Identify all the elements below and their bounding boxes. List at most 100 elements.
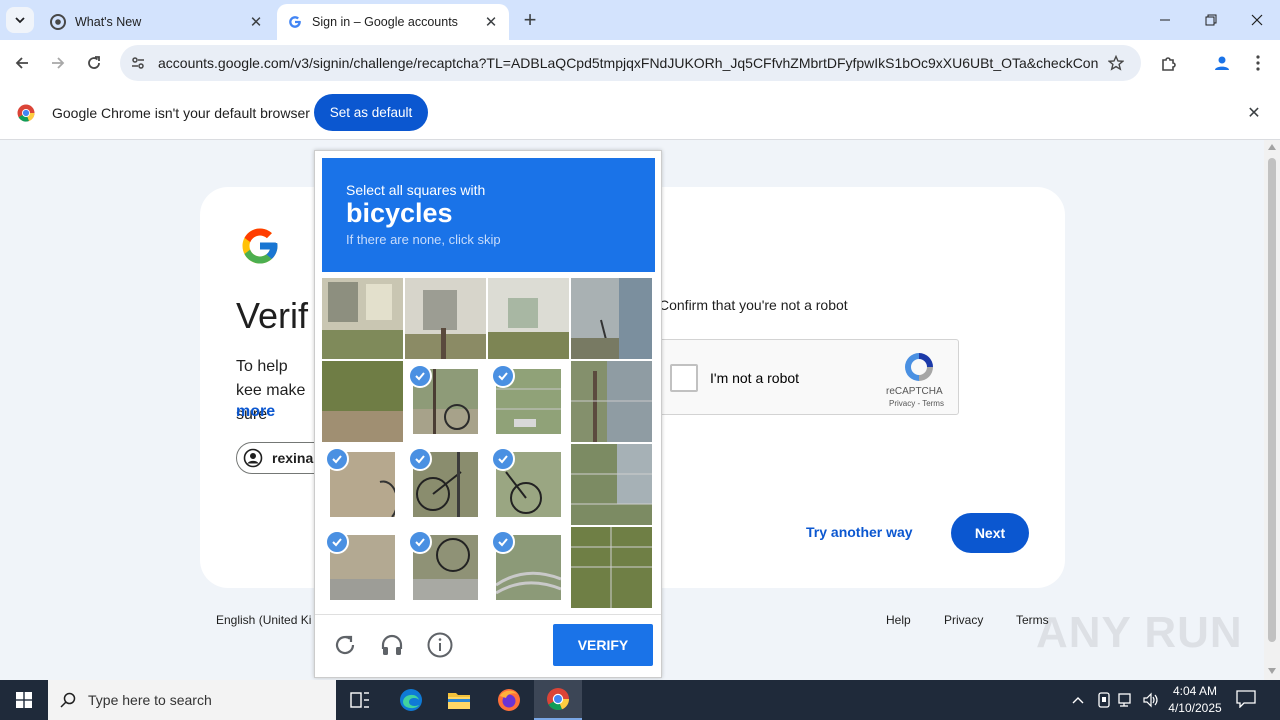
chrome-logo-icon <box>17 104 35 122</box>
audio-challenge-button[interactable] <box>378 631 406 659</box>
grid-tile[interactable] <box>405 527 486 608</box>
windows-logo-icon <box>16 692 32 708</box>
grid-tile[interactable] <box>322 278 403 359</box>
extensions-button[interactable] <box>1155 49 1183 77</box>
notification-center-button[interactable] <box>1236 690 1258 710</box>
tray-network-icon[interactable] <box>1117 690 1137 710</box>
selected-check-icon <box>408 447 432 471</box>
recaptcha-checkbox[interactable] <box>670 364 698 392</box>
default-browser-infobar: Google Chrome isn't your default browser… <box>0 86 1280 140</box>
grid-tile[interactable] <box>322 361 403 442</box>
restore-icon <box>1205 14 1217 26</box>
task-view-icon <box>350 692 369 708</box>
clock-date: 4/10/2025 <box>1168 701 1222 715</box>
grid-tile[interactable] <box>322 527 403 608</box>
selected-check-icon <box>325 530 349 554</box>
close-icon[interactable]: ✕ <box>246 12 266 32</box>
grid-tile[interactable] <box>405 361 486 442</box>
recaptcha-challenge-popup: Select all squares with bicycles If ther… <box>314 150 662 678</box>
tile-image <box>571 361 652 442</box>
taskbar-chrome[interactable] <box>534 680 582 720</box>
clock-time: 4:04 AM <box>1172 684 1218 698</box>
tile-image <box>571 278 652 359</box>
scroll-down-icon[interactable] <box>1268 668 1276 674</box>
set-as-default-button[interactable]: Set as default <box>314 94 428 131</box>
grid-tile[interactable] <box>488 361 569 442</box>
grid-tile[interactable] <box>405 444 486 525</box>
scroll-thumb[interactable] <box>1268 158 1276 642</box>
google-logo-icon <box>242 228 278 264</box>
taskbar-firefox[interactable] <box>485 680 533 720</box>
infobar-message: Google Chrome isn't your default browser <box>52 105 310 121</box>
close-window-button[interactable] <box>1234 0 1280 40</box>
recaptcha-logo-icon <box>905 353 933 381</box>
confirm-not-robot-text: Confirm that you're not a robot <box>659 297 848 313</box>
search-icon <box>48 692 88 708</box>
footer-help-link[interactable]: Help <box>886 613 911 627</box>
tray-volume-icon[interactable] <box>1141 690 1161 710</box>
grid-tile[interactable] <box>571 361 652 442</box>
new-tab-button[interactable]: + <box>519 9 541 32</box>
puzzle-icon <box>1162 57 1176 71</box>
tab-title: Sign in – Google accounts <box>312 15 458 29</box>
learn-more-link[interactable]: more <box>236 403 275 421</box>
taskbar-clock[interactable]: 4:04 AM 4/10/2025 <box>1160 683 1230 717</box>
task-view-button[interactable] <box>336 680 384 720</box>
taskbar-search-box[interactable]: Type here to search <box>48 680 336 720</box>
restore-button[interactable] <box>1188 0 1234 40</box>
site-info-icon[interactable] <box>124 49 152 77</box>
start-button[interactable] <box>0 680 48 720</box>
scroll-up-icon[interactable] <box>1268 144 1276 150</box>
next-button[interactable]: Next <box>951 513 1029 553</box>
recaptcha-privacy-terms-link[interactable]: Privacy - Terms <box>889 399 944 408</box>
challenge-target: bicycles <box>346 198 453 228</box>
try-another-way-link[interactable]: Try another way <box>806 524 913 540</box>
grid-tile[interactable] <box>571 527 652 608</box>
profile-button[interactable] <box>1208 49 1236 77</box>
taskbar-file-explorer[interactable] <box>435 680 483 720</box>
tab-sign-in[interactable]: Sign in – Google accounts ✕ <box>277 4 509 40</box>
reload-icon <box>335 635 355 655</box>
bookmark-star-icon[interactable] <box>1105 52 1127 74</box>
arrow-right-icon <box>52 57 65 69</box>
challenge-instruction: Select all squares with <box>346 182 486 198</box>
address-bar[interactable]: accounts.google.com/v3/signin/challenge/… <box>120 45 1141 81</box>
grid-tile[interactable] <box>405 278 486 359</box>
divider <box>315 614 661 615</box>
close-icon[interactable]: ✕ <box>481 12 501 32</box>
tab-whats-new[interactable]: What's New ✕ <box>40 4 274 40</box>
forward-button[interactable] <box>44 49 72 77</box>
grid-tile[interactable] <box>488 527 569 608</box>
grid-tile[interactable] <box>488 278 569 359</box>
recaptcha-label: I'm not a robot <box>710 370 800 386</box>
info-button[interactable] <box>426 631 454 659</box>
verify-button[interactable]: VERIFY <box>553 624 653 666</box>
reload-button[interactable] <box>80 49 108 77</box>
grid-tile[interactable] <box>322 444 403 525</box>
selected-check-icon <box>408 364 432 388</box>
footer-privacy-link[interactable]: Privacy <box>944 613 983 627</box>
tab-search-button[interactable] <box>6 7 34 33</box>
grid-tile[interactable] <box>571 444 652 525</box>
tab-strip: What's New ✕ Sign in – Google accounts ✕… <box>0 0 1280 40</box>
grid-tile[interactable] <box>571 278 652 359</box>
browser-toolbar: accounts.google.com/v3/signin/challenge/… <box>0 40 1280 86</box>
reload-icon <box>88 56 100 69</box>
minimize-button[interactable] <box>1142 0 1188 40</box>
tray-overflow-chevron-up-icon[interactable] <box>1068 690 1088 710</box>
menu-button[interactable] <box>1244 49 1272 77</box>
back-button[interactable] <box>8 49 36 77</box>
close-icon[interactable]: ✕ <box>1243 102 1265 124</box>
reload-challenge-button[interactable] <box>331 631 359 659</box>
language-selector[interactable]: English (United Ki <box>216 613 311 627</box>
account-email: rexina <box>272 450 314 466</box>
recaptcha-widget: I'm not a robot reCAPTCHA Privacy - Term… <box>659 339 959 415</box>
grid-tile[interactable] <box>488 444 569 525</box>
minimize-icon <box>1160 19 1170 21</box>
taskbar-edge[interactable] <box>387 680 435 720</box>
page-scrollbar[interactable] <box>1264 140 1280 680</box>
account-circle-icon <box>243 448 263 468</box>
folder-icon <box>448 693 470 709</box>
tray-device-icon[interactable] <box>1094 690 1114 710</box>
edge-icon <box>400 689 422 711</box>
